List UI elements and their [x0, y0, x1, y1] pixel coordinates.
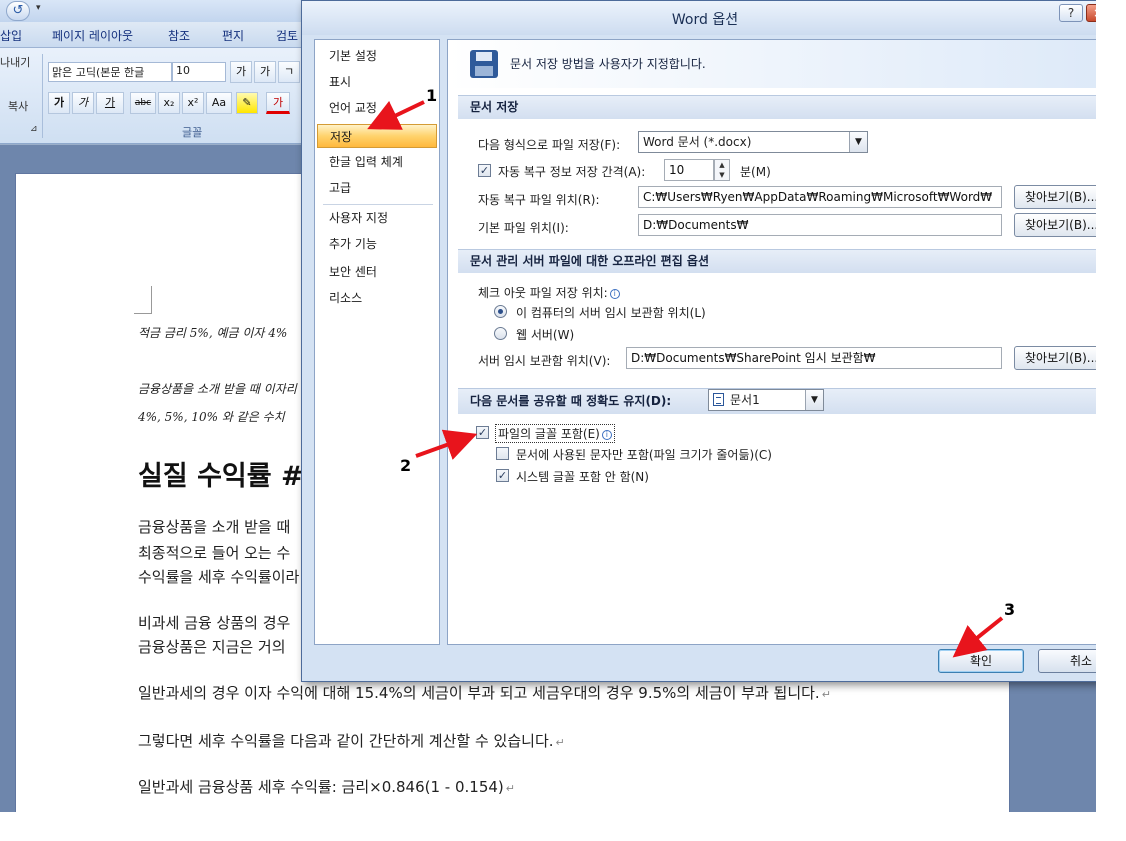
annotation-number-1: 1	[426, 86, 438, 105]
torn-edge-bottom	[0, 812, 1126, 841]
annotation-arrow-2	[415, 429, 478, 460]
annotation-number-3: 3	[1004, 600, 1016, 619]
torn-edge-right	[1096, 0, 1126, 841]
annotation-arrow-1	[367, 100, 425, 130]
annotation-arrows	[367, 100, 1004, 658]
annotation-number-2: 2	[400, 456, 412, 475]
annotation-arrow-3	[952, 616, 1004, 658]
